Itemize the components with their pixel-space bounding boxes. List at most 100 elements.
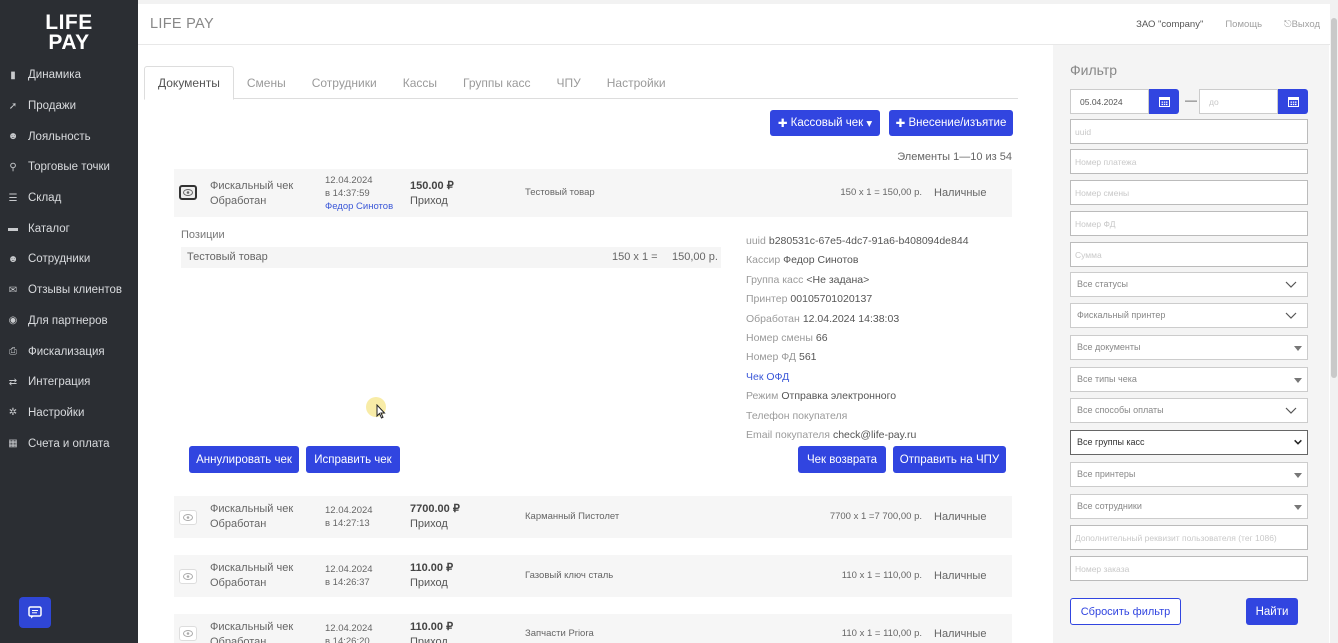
payment-methods-select-value: Все способы оплаты — [1077, 405, 1164, 415]
filter-panel: Фильтр 05.04.2024 — до uuid Номер платеж… — [1053, 45, 1329, 643]
receipt-types-select[interactable]: Все типы чека — [1070, 367, 1308, 392]
rocket-icon: ➚ — [8, 100, 18, 112]
sidebar-item[interactable]: ➚ Продажи — [0, 91, 138, 122]
help-link[interactable]: Помощь — [1225, 19, 1262, 30]
find-button[interactable]: Найти — [1246, 598, 1298, 625]
sidebar-item[interactable]: ◉ Для партнеров — [0, 306, 138, 337]
sidebar-item-label: Настройки — [28, 406, 85, 419]
exit-link[interactable]: ⎋Выход — [1284, 19, 1320, 30]
chevron-down-icon — [1285, 312, 1297, 319]
gears-icon: ✲ — [8, 407, 18, 419]
sidebar-item[interactable]: ☻ Лояльность — [0, 121, 138, 152]
eye-icon[interactable] — [179, 510, 197, 525]
annul-receipt-button[interactable]: Аннулировать чек — [189, 446, 299, 473]
sidebar-item[interactable]: ▦ Счета и оплата — [0, 428, 138, 459]
doc-product: Карманный Пистолет — [525, 511, 620, 522]
doc-time: в 14:27:13 — [325, 518, 370, 529]
sidebar-item-label: Для партнеров — [28, 314, 108, 327]
ofd-receipt-link[interactable]: Чек ОФД — [746, 371, 789, 383]
fix-receipt-button[interactable]: Исправить чек — [306, 446, 400, 473]
tab-employees[interactable]: Сотрудники — [299, 66, 390, 99]
employees-select[interactable]: Все сотрудники — [1070, 494, 1308, 519]
printers-select[interactable]: Все принтеры — [1070, 462, 1308, 487]
fiscal-printer-select[interactable]: Фискальный принтер — [1070, 303, 1308, 328]
reset-filter-button[interactable]: Сбросить фильтр — [1070, 598, 1181, 625]
sidebar-item[interactable]: ☻ Сотрудники — [0, 244, 138, 275]
register-groups-select[interactable]: Все группы касс — [1070, 430, 1308, 455]
tab-shifts[interactable]: Смены — [234, 66, 299, 99]
fd-value: 561 — [798, 351, 817, 364]
sidebar-item[interactable]: ☰ Склад — [0, 183, 138, 214]
uuid-input[interactable]: uuid — [1070, 119, 1308, 144]
doc-date: 12.04.2024 — [325, 623, 373, 634]
page-scrollbar[interactable] — [1330, 0, 1338, 643]
doc-cashier[interactable]: Федор Синотов — [325, 200, 393, 213]
return-receipt-button[interactable]: Чек возврата — [798, 446, 886, 473]
chat-button[interactable] — [19, 597, 51, 628]
sidebar: LIFE PAY ▮ Динамика ➚ Продажи ☻ Лояльность ⚲ То… — [0, 0, 138, 643]
sidebar-item[interactable]: ✲ Настройки — [0, 398, 138, 429]
comments-icon: ✉ — [8, 284, 18, 296]
doc-product: Запчасти Priora — [525, 628, 594, 639]
logo[interactable]: LIFE PAY — [0, 0, 138, 60]
filter-title: Фильтр — [1070, 62, 1118, 78]
document-row[interactable]: Фискальный чек Обработан 12.04.2024 в 14:3… — [174, 169, 1012, 217]
user-requisite-input[interactable]: Дополнительный реквизит пользователя (те… — [1070, 525, 1308, 550]
payment-methods-select[interactable]: Все способы оплаты — [1070, 398, 1308, 423]
company-link[interactable]: ЗАО "company" — [1136, 19, 1203, 30]
position-sum: 150,00 р. — [672, 251, 718, 263]
sidebar-item[interactable]: ⚲ Торговые точки — [0, 152, 138, 183]
bar-chart-icon: ▮ — [10, 69, 16, 81]
group-label: Группа касс — [746, 273, 804, 286]
fd-number-input[interactable]: Номер ФД — [1070, 211, 1308, 236]
tab-register-groups[interactable]: Группы касс — [450, 66, 544, 99]
date-to-input[interactable]: до — [1199, 89, 1278, 114]
sidebar-item[interactable]: ✉ Отзывы клиентов — [0, 275, 138, 306]
sidebar-item[interactable]: ⇄ Интеграция — [0, 367, 138, 398]
shift-number-input[interactable]: Номер смены — [1070, 180, 1308, 205]
doc-amount: 110.00 ₽ — [410, 621, 454, 633]
eye-icon[interactable] — [179, 185, 197, 200]
tab-documents[interactable]: Документы — [144, 66, 234, 100]
doc-product: Тестовый товар — [525, 187, 595, 198]
tab-chpu[interactable]: ЧПУ — [544, 66, 594, 99]
caret-down-icon — [1294, 346, 1302, 351]
send-to-chpu-button[interactable]: Отправить на ЧПУ — [893, 446, 1006, 473]
caret-down-icon: ▾ — [863, 118, 873, 130]
doc-amount: 150.00 ₽ — [410, 180, 454, 192]
status-select[interactable]: Все статусы — [1070, 272, 1308, 297]
date-from-input[interactable]: 05.04.2024 — [1070, 89, 1149, 114]
order-number-input[interactable]: Номер заказа — [1070, 556, 1308, 581]
tab-settings[interactable]: Настройки — [594, 66, 679, 99]
sidebar-item[interactable]: ▮ Динамика — [0, 60, 138, 91]
document-details: uuid b280531c-67e5-4dc7-91a6-b408094de844… — [746, 232, 969, 445]
processed-value: 12.04.2024 14:38:03 — [802, 312, 900, 325]
group-value: <Не задана> — [806, 273, 870, 286]
app-title: LIFE PAY — [150, 16, 214, 32]
sidebar-item[interactable]: ▬ Каталог — [0, 213, 138, 244]
date-to-calendar-button[interactable] — [1278, 89, 1308, 114]
printer-value: 00105701020137 — [790, 293, 873, 306]
cash-receipt-button[interactable]: ✚ Кассовый чек ▾ — [770, 110, 880, 136]
sidebar-item-label: Каталог — [28, 222, 70, 235]
document-row[interactable]: Фискальный чек Обработан 12.04.2024 в 14:2… — [174, 614, 1012, 643]
eye-icon: ◉ — [8, 315, 18, 327]
document-row[interactable]: Фискальный чек Обработан 12.04.2024 в 14:2… — [174, 555, 1012, 597]
amount-input[interactable]: Сумма — [1070, 242, 1308, 267]
sidebar-item[interactable]: ⎙ Фискализация — [0, 336, 138, 367]
document-row[interactable]: Фискальный чек Обработан 12.04.2024 в 14:2… — [174, 496, 1012, 538]
eye-icon[interactable] — [179, 626, 197, 641]
scroll-thumb[interactable] — [1331, 18, 1337, 378]
documents-select[interactable]: Все документы — [1070, 335, 1308, 360]
cash-in-out-button[interactable]: ✚ Внесение/изъятие — [889, 110, 1013, 136]
tab-registers[interactable]: Кассы — [390, 66, 450, 99]
sidebar-item-label: Динамика — [28, 69, 81, 82]
status-select-value: Все статусы — [1077, 279, 1128, 289]
payment-number-input[interactable]: Номер платежа — [1070, 149, 1308, 174]
mode-value: Отправка электронного — [781, 390, 897, 403]
date-from-calendar-button[interactable] — [1149, 89, 1179, 114]
eye-icon[interactable] — [179, 569, 197, 584]
caret-down-icon — [1294, 505, 1302, 510]
documents-select-value: Все документы — [1077, 342, 1141, 352]
cash-receipt-label: Кассовый чек — [790, 117, 864, 129]
